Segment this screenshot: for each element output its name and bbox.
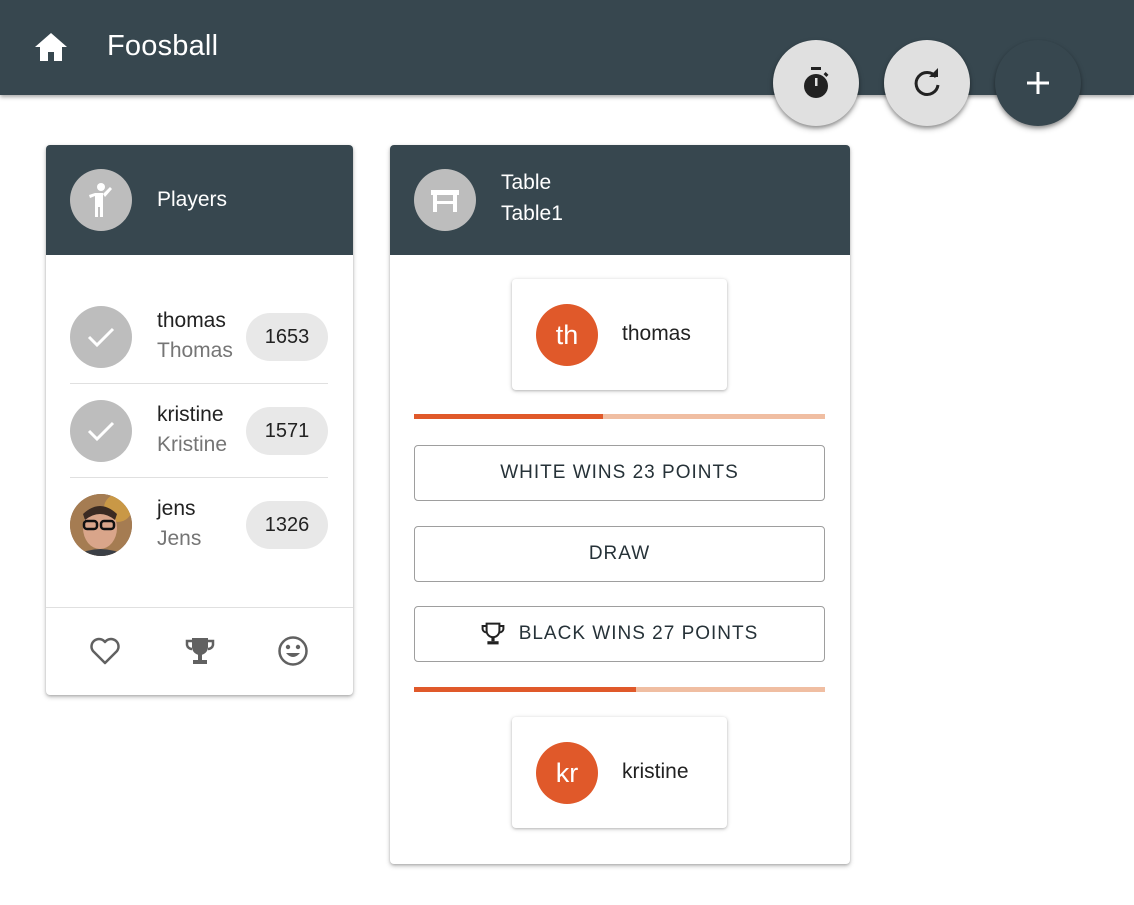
- player-score: 1653: [246, 313, 328, 361]
- player-initials-avatar: th: [536, 304, 598, 366]
- table-card-header: Table Table1: [390, 145, 850, 255]
- white-progress-bar: [414, 414, 825, 419]
- player-name: Thomas: [157, 339, 233, 362]
- white-wins-button[interactable]: WHITE WINS 23 POINTS: [414, 445, 825, 501]
- table-card: Table Table1 th thomas WHITE WINS 23 POI…: [390, 145, 850, 864]
- table-icon: [414, 169, 476, 231]
- black-wins-button[interactable]: BLACK WINS 27 POINTS: [414, 606, 825, 662]
- player-score: 1326: [246, 501, 328, 549]
- white-player-name: thomas: [622, 322, 691, 345]
- black-progress-fill: [414, 687, 636, 692]
- white-player-card[interactable]: th thomas: [512, 279, 727, 390]
- black-progress-bar: [414, 687, 825, 692]
- home-icon[interactable]: [30, 26, 72, 68]
- smiley-icon[interactable]: [275, 633, 311, 669]
- black-player-card[interactable]: kr kristine: [512, 717, 727, 828]
- player-score: 1571: [246, 407, 328, 455]
- player-row[interactable]: kristine Kristine 1571: [70, 384, 328, 478]
- trophy-icon[interactable]: [182, 633, 218, 669]
- players-card-header: Players: [46, 145, 353, 255]
- trophy-icon: [481, 622, 505, 646]
- draw-button[interactable]: DRAW: [414, 526, 825, 582]
- black-wins-label: BLACK WINS 27 POINTS: [518, 623, 759, 644]
- refresh-icon: [914, 68, 940, 96]
- person-icon: [70, 169, 132, 231]
- refresh-button[interactable]: [884, 40, 970, 126]
- white-progress-fill: [414, 414, 604, 419]
- table-title: Table: [501, 171, 552, 194]
- heart-icon[interactable]: [87, 633, 123, 669]
- app-title: Foosball: [107, 30, 219, 62]
- player-row[interactable]: thomas Thomas 1653: [70, 290, 328, 384]
- players-card: Players thomas Thomas 1653 kristine Kris…: [46, 145, 353, 695]
- player-name: Jens: [157, 527, 202, 550]
- table-subtitle: Table1: [501, 202, 563, 225]
- footer-divider: [46, 607, 353, 608]
- check-icon[interactable]: [70, 400, 132, 462]
- draw-label: DRAW: [588, 543, 651, 564]
- player-username: thomas: [157, 309, 226, 332]
- player-initials-avatar: kr: [536, 742, 598, 804]
- black-player-name: kristine: [622, 760, 689, 783]
- stopwatch-icon: [804, 67, 829, 98]
- stopwatch-button[interactable]: [773, 40, 859, 126]
- player-username: jens: [157, 497, 196, 520]
- players-title: Players: [157, 188, 228, 211]
- player-photo-avatar[interactable]: [70, 494, 132, 556]
- white-wins-label: WHITE WINS 23 POINTS: [500, 462, 739, 483]
- check-icon[interactable]: [70, 306, 132, 368]
- player-name: Kristine: [157, 433, 228, 456]
- player-row[interactable]: jens Jens 1326: [70, 478, 328, 572]
- add-button[interactable]: [995, 40, 1081, 126]
- player-username: kristine: [157, 403, 224, 426]
- add-icon: [1027, 72, 1049, 94]
